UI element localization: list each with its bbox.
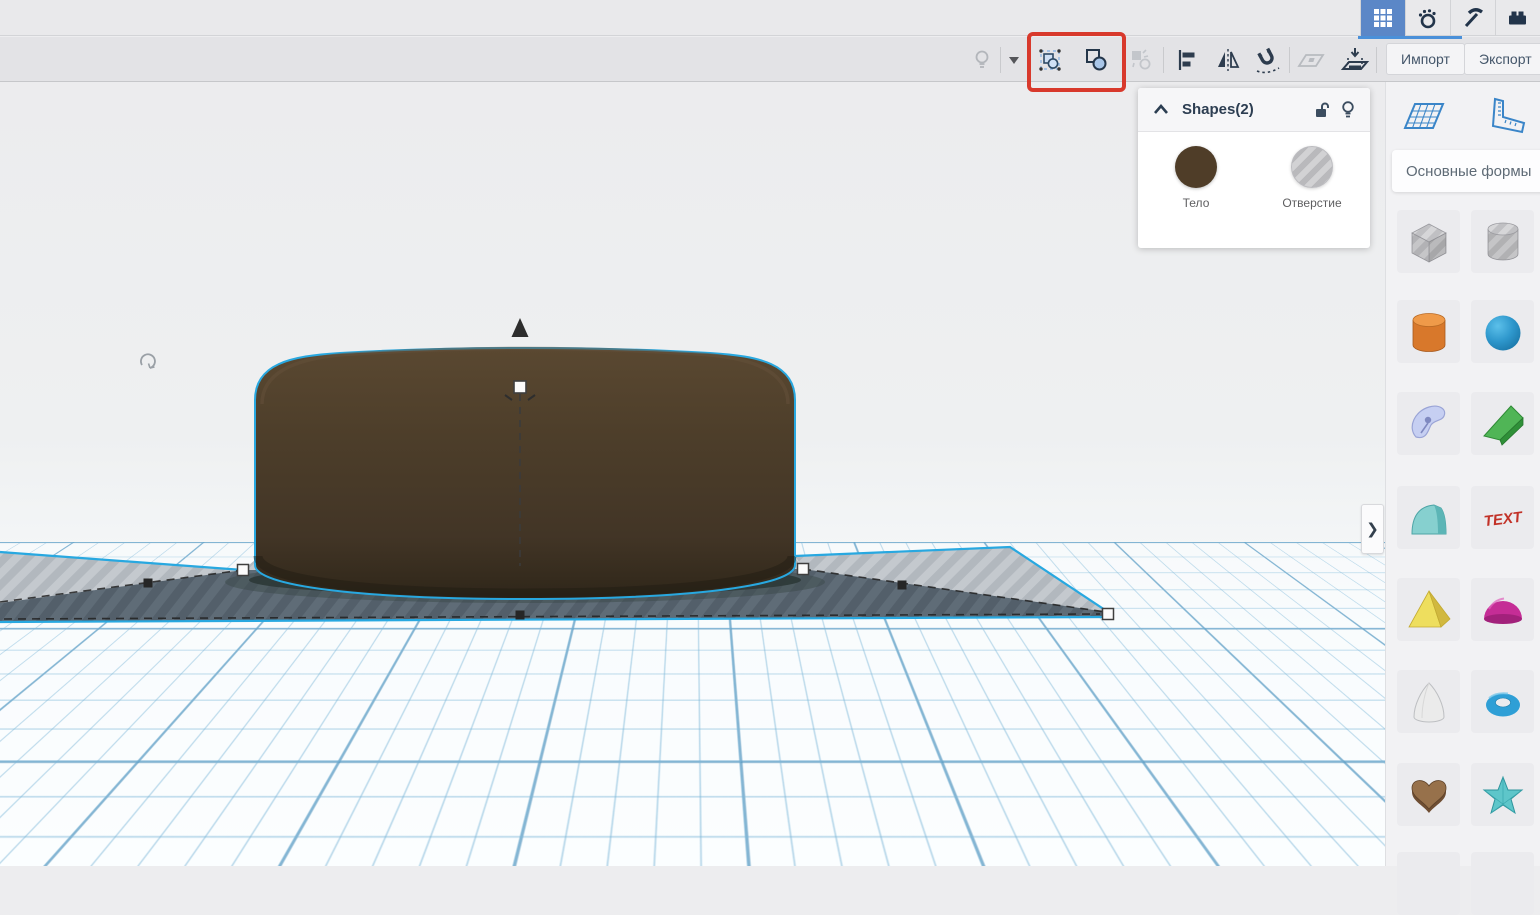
import-button-label: Импорт: [1401, 51, 1450, 67]
rotate-handle[interactable]: [141, 354, 155, 368]
workplane-icon: [1296, 47, 1326, 73]
solid-swatch-label: Тело: [1183, 196, 1210, 210]
hole-swatch-label: Отверстие: [1282, 196, 1341, 210]
cylinder-hole-thumb: [1475, 214, 1531, 270]
grid-icon: [1373, 8, 1393, 28]
magnet-icon: [1253, 46, 1281, 74]
lightbulb-icon: [1340, 100, 1356, 120]
shapes-inspector-panel: Shapes(2) Тело Отверстие: [1138, 88, 1370, 248]
workplane-button[interactable]: [1294, 45, 1328, 75]
toolbar-separator: [1000, 47, 1001, 73]
shape-tile-pyramid[interactable]: [1397, 578, 1460, 641]
shape-tile-heart[interactable]: [1397, 763, 1460, 826]
shapes-sidebar: Основные формы: [1385, 82, 1540, 866]
shape-tile-text[interactable]: TEXT: [1471, 486, 1534, 549]
align-button[interactable]: [1170, 45, 1204, 75]
show-hidden-caret-button[interactable]: [1003, 45, 1025, 75]
shapes-panel-body: Тело Отверстие: [1138, 132, 1370, 210]
solid-color-swatch[interactable]: [1175, 146, 1217, 188]
ungroup-button[interactable]: [1079, 45, 1113, 75]
text-thumb-label: TEXT: [1482, 508, 1524, 530]
mirror-icon: [1214, 47, 1242, 73]
shape-tile-sphere[interactable]: [1471, 300, 1534, 363]
show-hidden-button[interactable]: [965, 45, 999, 75]
pickaxe-icon: [1461, 6, 1485, 30]
shape-category-label: Основные формы: [1406, 163, 1531, 180]
hide-button[interactable]: [1340, 100, 1356, 120]
workplane-tool-button[interactable]: [1398, 90, 1450, 142]
drop-to-workplane-button[interactable]: [1338, 45, 1372, 75]
view-button-bricks[interactable]: [1495, 0, 1540, 36]
group-button[interactable]: [1033, 45, 1067, 75]
shape-category-select[interactable]: Основные формы: [1392, 150, 1540, 192]
toolbar-separator: [1376, 47, 1377, 73]
half-sphere-thumb: [1475, 582, 1531, 638]
sphere-thumb: [1475, 304, 1531, 360]
roof-wedge-thumb: [1475, 396, 1531, 452]
shapes-panel-title: Shapes(2): [1182, 101, 1302, 118]
ungroup-icon: [1083, 47, 1109, 73]
magnet-button[interactable]: [1250, 45, 1284, 75]
shapes-panel-header: Shapes(2): [1138, 88, 1370, 132]
export-button-label: Экспорт: [1479, 51, 1532, 67]
ungroup-all-icon: [1128, 47, 1154, 73]
round-roof-thumb: [1401, 490, 1457, 546]
view-switcher: [1360, 0, 1540, 36]
paraboloid-thumb: [1401, 674, 1457, 730]
mirror-button[interactable]: [1211, 45, 1245, 75]
shape-tile-star[interactable]: [1471, 763, 1534, 826]
star-thumb: [1475, 767, 1531, 823]
shape-tile-scribble[interactable]: [1397, 392, 1460, 455]
chevron-up-icon[interactable]: [1152, 102, 1170, 118]
ruler-icon: [1481, 94, 1527, 138]
sidebar-collapse-button[interactable]: ❯: [1361, 504, 1384, 554]
material-hole-item: Отверстие: [1254, 146, 1370, 210]
move-up-handle[interactable]: [512, 318, 529, 337]
shape-tile-cylinder[interactable]: [1397, 300, 1460, 363]
ungroup-all-button[interactable]: [1124, 45, 1158, 75]
shape-tile-torus[interactable]: [1471, 670, 1534, 733]
hole-swatch[interactable]: [1291, 146, 1333, 188]
shape-tile-roof-wedge[interactable]: [1471, 392, 1534, 455]
shape-tile-half-sphere[interactable]: [1471, 578, 1534, 641]
toolbar-separator: [1163, 47, 1164, 73]
paw-ball-icon: [1416, 6, 1440, 30]
chevron-right-icon: ❯: [1366, 520, 1379, 538]
view-button-sim-lab[interactable]: [1405, 0, 1450, 36]
shape-tile-partial[interactable]: [1397, 852, 1460, 915]
material-solid-item: Тело: [1138, 146, 1254, 210]
pyramid-thumb: [1401, 582, 1457, 638]
ruler-tool-button[interactable]: [1478, 90, 1530, 142]
workplane-icon: [1401, 94, 1447, 138]
text-thumb: TEXT: [1475, 490, 1531, 546]
box-hole-thumb: [1401, 214, 1457, 270]
brick-icon: [1506, 6, 1530, 30]
group-icon: [1037, 47, 1063, 73]
shape-tile-box-hole[interactable]: [1397, 210, 1460, 273]
align-icon: [1174, 47, 1200, 73]
lock-button[interactable]: [1312, 101, 1330, 119]
toolbar: Импорт Экспорт: [0, 37, 1540, 82]
lightbulb-icon: [970, 48, 994, 72]
active-view-underline: [1358, 36, 1462, 39]
scribble-thumb: [1401, 396, 1457, 452]
shape-tile-paraboloid[interactable]: [1397, 670, 1460, 733]
heart-thumb: [1401, 767, 1457, 823]
import-button[interactable]: Импорт: [1386, 43, 1465, 75]
toolbar-separator: [1289, 47, 1290, 73]
shape-tile-cylinder-hole[interactable]: [1471, 210, 1534, 273]
cylinder-thumb: [1401, 304, 1457, 360]
view-button-3d[interactable]: [1360, 0, 1405, 36]
shape-tile-partial[interactable]: [1471, 852, 1534, 915]
shape-tile-round-roof[interactable]: [1397, 486, 1460, 549]
caret-down-icon: [1008, 55, 1020, 65]
drop-to-workplane-icon: [1340, 46, 1370, 74]
export-button[interactable]: Экспорт: [1464, 43, 1540, 75]
view-button-blocks[interactable]: [1450, 0, 1495, 36]
torus-thumb: [1475, 674, 1531, 730]
topbar: [0, 0, 1540, 36]
unlock-icon: [1312, 101, 1330, 119]
